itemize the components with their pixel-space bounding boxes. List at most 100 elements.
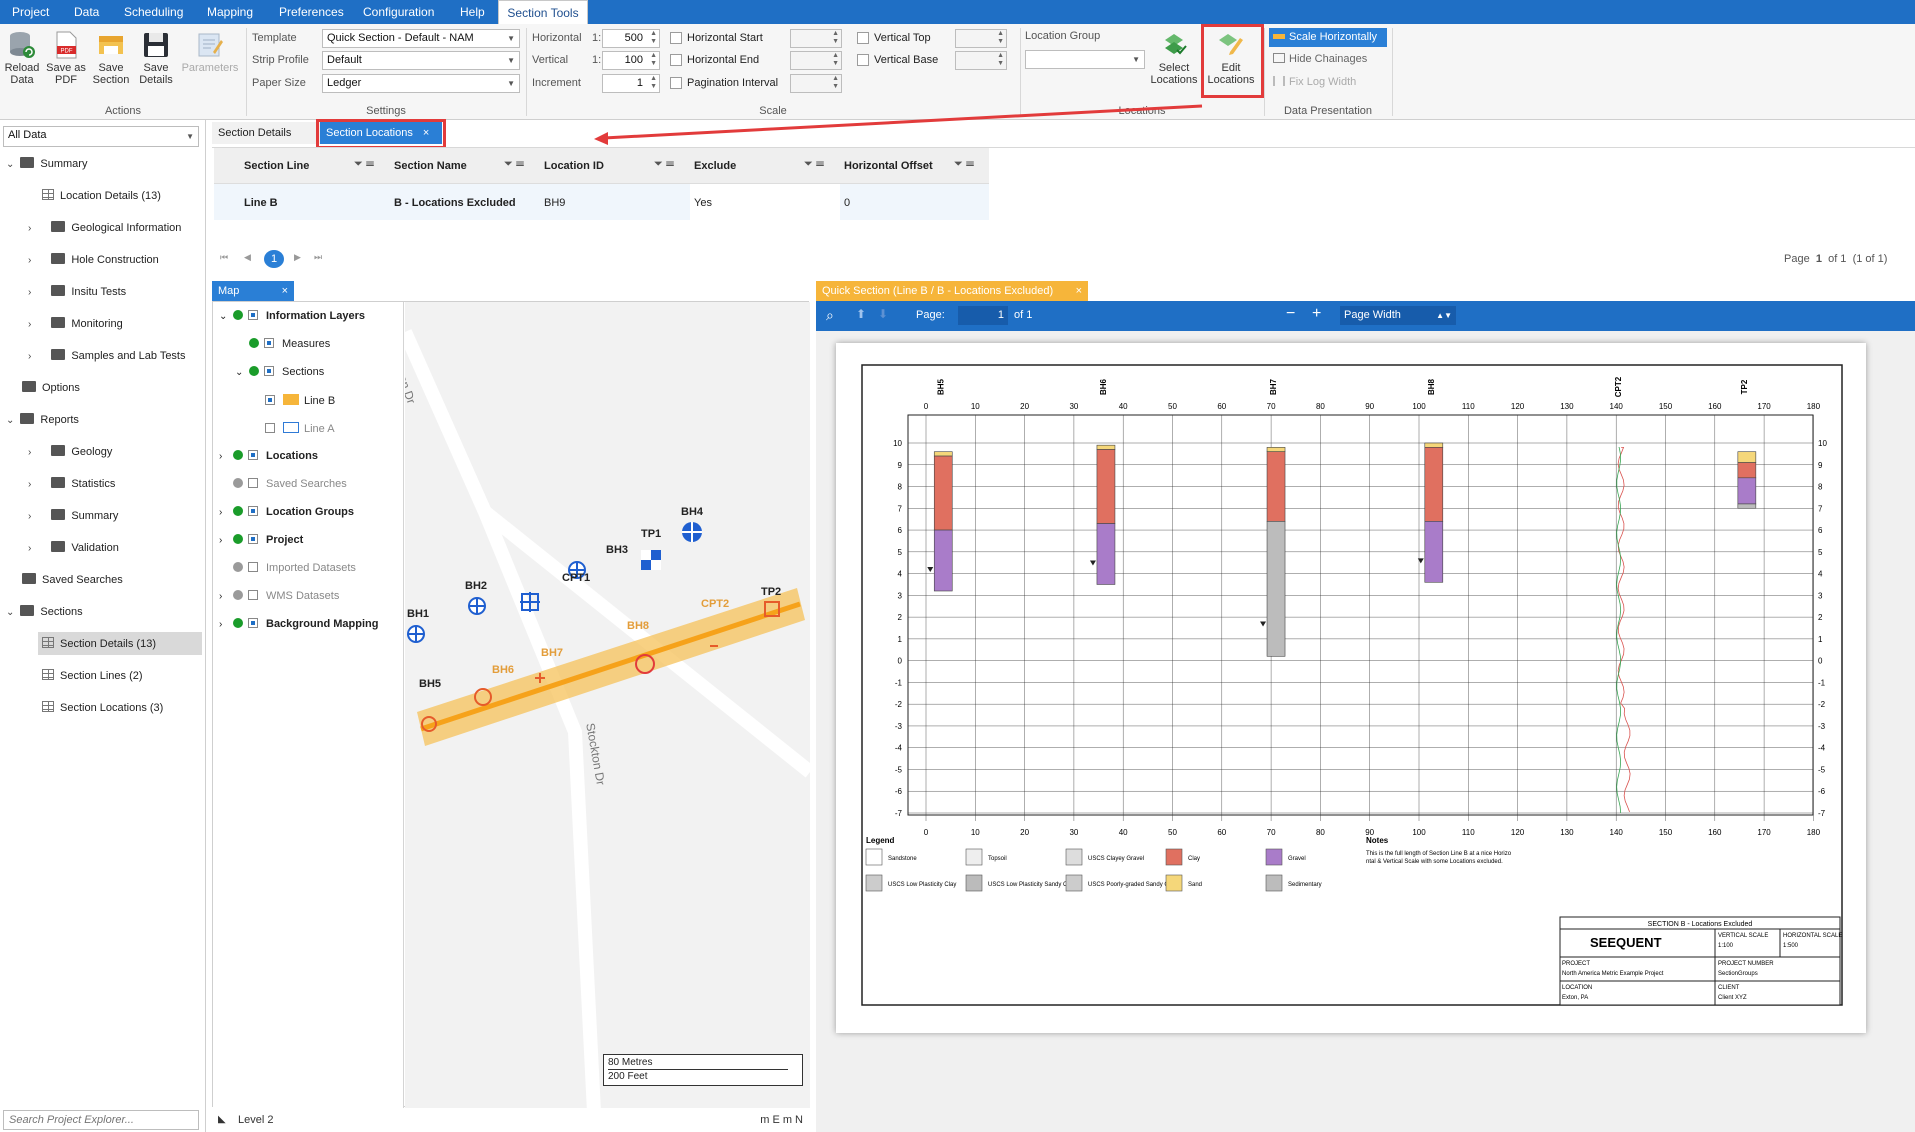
chevron-right-icon[interactable]: › [28,351,31,362]
tree-item[interactable]: › Statistics [28,477,115,490]
filter-icon[interactable]: ⏷ ☰ [654,158,674,171]
chevron-icon[interactable]: › [219,507,233,518]
filter-icon[interactable]: ⏷ ☰ [954,158,974,171]
menu-scheduling[interactable]: Scheduling [124,0,183,24]
layer-visibility-icon[interactable] [233,618,243,628]
menu-mapping[interactable]: Mapping [207,0,253,24]
horizontal-scale-input[interactable]: 500 ▲ ▼ [602,29,660,48]
layer-item[interactable]: › Background Mapping [219,618,378,630]
menu-project[interactable]: Project [12,0,49,24]
chevron-icon[interactable]: ⌄ [219,311,233,322]
table-cell[interactable]: BH9 [544,197,565,209]
arrow-down-icon[interactable]: ⬇ [878,307,888,321]
close-icon[interactable]: × [1076,281,1082,301]
page-input[interactable]: 1 [958,306,1008,325]
chevron-down-icon[interactable]: ⌄ [6,607,14,618]
zoom-select[interactable]: Page Width ▲▼ [1340,306,1456,325]
layer-item[interactable]: › WMS Datasets [219,590,339,602]
tree-item[interactable]: › Insitu Tests [28,285,126,298]
next-page-icon[interactable]: ▶ [294,252,301,263]
prev-page-icon[interactable]: ◀ [244,252,251,263]
pagination-interval-input[interactable]: ▲ ▼ [790,74,842,93]
column-header[interactable]: Exclude [694,160,736,172]
map-point-label[interactable]: BH3 [606,544,628,556]
zoom-in-icon[interactable]: + [1312,305,1321,323]
tab-section-details[interactable]: Section Details [212,122,320,144]
chevron-right-icon[interactable]: › [28,447,31,458]
tree-item[interactable]: Section Details (13) [38,632,202,655]
increment-input[interactable]: 1 ▲ ▼ [602,74,660,93]
vertical-top-checkbox[interactable] [857,32,869,44]
table-cell[interactable]: Line B [244,197,278,209]
location-group-select[interactable]: ▼ [1025,50,1145,69]
arrow-up-icon[interactable]: ⬆ [856,307,866,321]
map-point-label[interactable]: BH8 [627,620,649,632]
spinner-icon[interactable]: ▲ ▼ [650,52,657,68]
chevron-right-icon[interactable]: › [28,223,31,234]
last-page-icon[interactable]: ⏭ [314,252,322,263]
spinner-icon[interactable]: ▲ ▼ [832,75,839,91]
chevron-right-icon[interactable]: › [28,543,31,554]
reload-data-button[interactable]: Reload Data [2,26,42,86]
layer-checkbox[interactable] [248,310,258,320]
save-as-pdf-button[interactable]: PDF Save as PDF [46,26,86,86]
tab-map[interactable]: Map × [212,281,294,301]
tree-item[interactable]: ⌄ Reports [6,413,79,426]
layer-checkbox[interactable] [265,395,275,405]
pagination-interval-checkbox[interactable] [670,77,682,89]
chevron-icon[interactable]: ⌄ [235,367,249,378]
save-section-button[interactable]: Save Section [90,26,132,86]
vertical-base-checkbox[interactable] [857,54,869,66]
tree-item[interactable]: › Hole Construction [28,253,159,266]
spinner-icon[interactable]: ▲ ▼ [997,52,1004,68]
spinner-icon[interactable]: ▲ ▼ [832,30,839,46]
map-point-label[interactable]: CPT1 [562,572,590,584]
tree-item[interactable]: Saved Searches [6,573,123,586]
column-header[interactable]: Location ID [544,160,604,172]
chevron-right-icon[interactable]: › [28,287,31,298]
tree-item[interactable]: Options [6,381,80,394]
select-locations-button[interactable]: Select Locations [1150,26,1198,86]
map-point-label[interactable]: BH6 [492,664,514,676]
paper-size-select[interactable]: Ledger ▼ [322,74,520,93]
layer-item[interactable]: › Location Groups [219,506,354,518]
menu-data[interactable]: Data [74,0,99,24]
layer-visibility-icon[interactable] [233,478,243,488]
column-header[interactable]: Section Line [244,160,309,172]
layer-item[interactable]: › Locations [219,450,318,462]
layer-visibility-icon[interactable] [249,366,259,376]
chevron-icon[interactable]: › [219,591,233,602]
tree-item[interactable]: › Validation [28,541,119,554]
layer-visibility-icon[interactable] [233,534,243,544]
column-header[interactable]: Horizontal Offset [844,160,933,172]
chevron-icon[interactable]: › [219,619,233,630]
chevron-down-icon[interactable]: ⌄ [6,415,14,426]
tree-item[interactable]: › Monitoring [28,317,123,330]
menu-help[interactable]: Help [460,0,485,24]
tree-item[interactable]: › Geological Information [28,221,181,234]
map-point-label[interactable]: BH7 [541,647,563,659]
table-cell[interactable]: Yes [694,197,712,209]
tree-item[interactable]: Section Locations (3) [42,701,163,714]
table-cell[interactable]: B - Locations Excluded [394,197,516,209]
layer-checkbox[interactable] [248,590,258,600]
map-canvas[interactable]: BH1 BH2 CPT1 BH3 TP1 BH4 TP2 CPT2 BH8 BH… [405,302,810,1108]
vertical-top-input[interactable]: ▲ ▼ [955,29,1007,48]
vertical-scale-input[interactable]: 100 ▲ ▼ [602,51,660,70]
chevron-right-icon[interactable]: › [28,319,31,330]
chevron-right-icon[interactable]: › [28,255,31,266]
first-page-icon[interactable]: ⏮ [220,252,228,263]
tree-item[interactable]: ⌄ Summary [6,157,87,170]
menu-section-tools[interactable]: Section Tools [498,0,588,24]
tree-item[interactable]: Section Lines (2) [42,669,143,682]
menu-preferences[interactable]: Preferences [279,0,344,24]
vertical-base-input[interactable]: ▲ ▼ [955,51,1007,70]
menu-configuration[interactable]: Configuration [363,0,434,24]
layer-item[interactable]: Line A [251,422,335,435]
explorer-search-input[interactable] [4,1111,194,1129]
tab-quick-section[interactable]: Quick Section (Line B / B - Locations Ex… [816,281,1088,301]
scale-horizontally-button[interactable]: Scale Horizontally [1269,28,1387,47]
zoom-out-icon[interactable]: − [1286,305,1295,323]
layer-checkbox[interactable] [248,534,258,544]
spinner-icon[interactable]: ▲ ▼ [997,30,1004,46]
